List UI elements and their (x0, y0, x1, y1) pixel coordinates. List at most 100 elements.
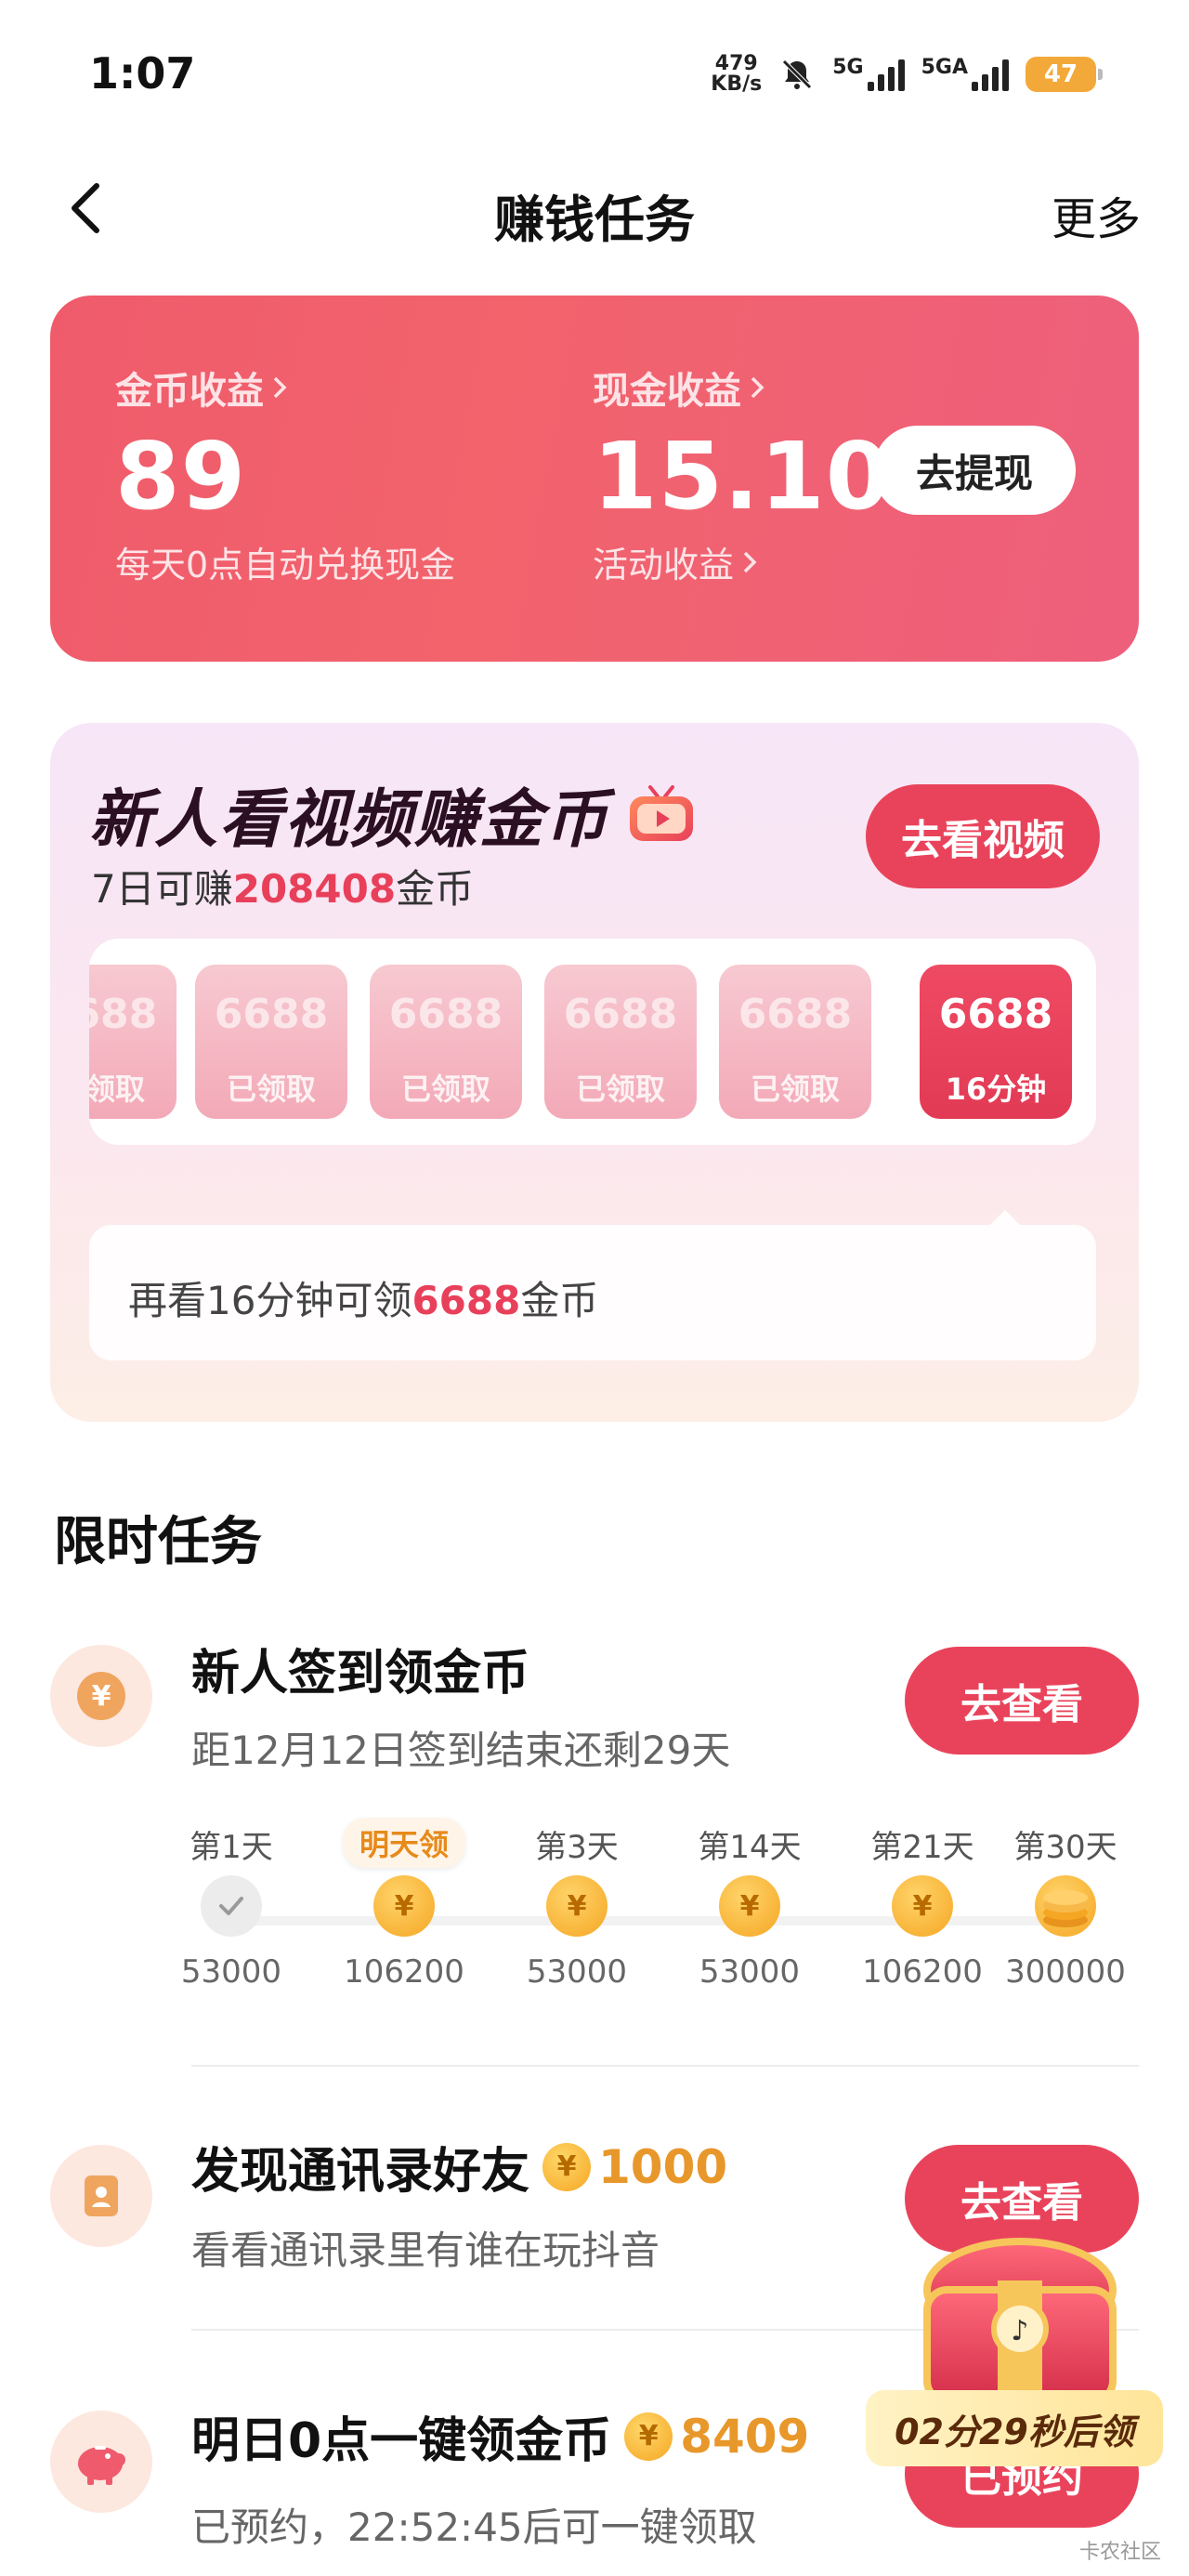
checkin-view-button[interactable]: 去查看 (905, 1647, 1139, 1755)
coin-earnings-label: 金币收益 (115, 370, 264, 413)
task-contacts-desc: 看看通讯录里有谁在玩抖音 (191, 2228, 660, 2273)
day-reward-status: 已领取 (400, 1071, 490, 1107)
signal-bars-icon (972, 58, 1009, 91)
day-reward-amount: 6688 (738, 991, 853, 1038)
signal-5g-label: 5G (832, 56, 864, 79)
yen-coin-icon: ¥ (892, 1875, 953, 1937)
subtitle-amount: 208408 (232, 866, 397, 912)
contacts-icon (50, 2145, 152, 2247)
svg-text:¥: ¥ (92, 1680, 111, 1713)
checkin-day-amount: 53000 (699, 1953, 801, 1991)
coin-earnings-link[interactable]: 金币收益 (115, 361, 455, 414)
coin-earnings: 金币收益 89 每天0点自动兑换现金 (115, 361, 455, 587)
tv-play-icon (630, 784, 694, 841)
withdraw-button[interactable]: 去提现 (873, 426, 1076, 515)
task-tomorrow-title-text: 明日0点一键领金币 (191, 2413, 612, 2469)
day-reward-status: 已领取 (750, 1071, 840, 1107)
yen-coin-icon: ¥ (624, 2412, 673, 2461)
checkin-day-label: 第1天 (189, 1829, 273, 1866)
yen-coin-icon: ¥ (546, 1875, 608, 1937)
video-task-subtitle: 7日可赚208408金币 (91, 858, 474, 914)
piggy-bank-icon (50, 2411, 152, 2513)
checkin-day-label: 第30天 (1013, 1829, 1117, 1866)
signal-5ga: 5GA (921, 56, 1009, 91)
cash-earnings-value: 15.10 (593, 422, 892, 531)
coin-reward-amount: 1000 (598, 2139, 728, 2194)
day-reward-tile: 6688 已领取 (544, 965, 697, 1119)
day-reward-amount: 6688 (938, 991, 1053, 1038)
checkin-day-node: 第30天 300000 (979, 1821, 1152, 1991)
earnings-card: 金币收益 89 每天0点自动兑换现金 现金收益 15.10 活动收益 去提现 (50, 296, 1139, 662)
watch-tip-text: 再看16分钟可领6688金币 (128, 1269, 598, 1326)
day-reward-amount: 6688 (563, 991, 678, 1038)
coin-reward: ¥8409 (624, 2410, 809, 2464)
video-task-title-text: 新人看视频赚金币 (89, 783, 610, 857)
video-task-title: 新人看视频赚金币 (89, 768, 697, 860)
battery-icon: 47 (1026, 57, 1103, 92)
status-bar: 1:07 479 KB/s 5G 5GA 47 (0, 0, 1189, 139)
day-reward-tile: 6688 已领取 (370, 965, 522, 1119)
activity-earnings-link[interactable]: 活动收益 (593, 536, 891, 587)
yen-coin-icon: ¥ (50, 1645, 152, 1747)
yen-coin-icon: ¥ (719, 1875, 780, 1937)
task-contacts-title: 发现通讯录好友 ¥1000 (191, 2132, 727, 2201)
checkin-day-amount: 53000 (180, 1953, 282, 1991)
chest-countdown[interactable]: 02分29秒后领 (866, 2390, 1163, 2466)
divider (191, 2065, 1139, 2067)
checkin-timeline: 第1天 53000 明天领 ¥ 106200 第3天 ¥ 53000 第14天 … (181, 1818, 1152, 2007)
yen-coin-icon: ¥ (373, 1875, 435, 1937)
checkin-day-label: 第14天 (698, 1829, 802, 1866)
tip-amount: 6688 (412, 1278, 521, 1323)
day-reward-amount: 6688 (89, 991, 158, 1038)
svg-text:♪: ♪ (1011, 2315, 1028, 2347)
watch-video-button[interactable]: 去看视频 (866, 784, 1100, 888)
day-reward-tile: 6688 已领取 (89, 965, 176, 1119)
checkin-day-amount: 106200 (344, 1953, 464, 1991)
chevron-right-icon (751, 376, 764, 399)
coin-reward: ¥1000 (542, 2140, 727, 2194)
watermark: 卡农社区 (1078, 2541, 1161, 2564)
signal-5g: 5G (832, 56, 905, 91)
coin-exchange-note: 每天0点自动兑换现金 (115, 545, 456, 585)
day-reward-status: 已领取 (89, 1071, 145, 1107)
yen-coin-icon: ¥ (542, 2142, 592, 2191)
checkin-day-node: 第3天 ¥ 53000 (490, 1821, 663, 1991)
day-reward-status: 已领取 (226, 1071, 316, 1107)
video-task-card: 新人看视频赚金币 7日可赚208408金币 去看视频 6688 已领取 6688… (50, 723, 1139, 1422)
task-tomorrow-desc: 已预约，22:52:45后可一键领取 (191, 2504, 757, 2550)
task-tomorrow-title: 明日0点一键领金币 ¥8409 (191, 2401, 809, 2471)
day-reward-tile: 6688 已领取 (719, 965, 871, 1119)
day-reward-tile-current: 6688 16分钟 (920, 965, 1072, 1119)
check-icon (201, 1875, 262, 1937)
cash-earnings-link[interactable]: 现金收益 (593, 361, 891, 414)
checkin-day-amount: 300000 (1005, 1953, 1126, 1991)
coin-reward-amount: 8409 (680, 2409, 810, 2464)
page-title: 赚钱任务 (494, 191, 695, 249)
signal-bars-icon (867, 58, 905, 91)
status-time: 1:07 (89, 48, 196, 99)
checkin-day-label: 第3天 (535, 1829, 619, 1866)
task-checkin-desc: 距12月12日签到结束还剩29天 (191, 1728, 731, 1773)
checkin-day-amount: 53000 (526, 1953, 628, 1991)
chevron-right-icon (273, 376, 287, 399)
tip-suffix: 金币 (520, 1278, 599, 1323)
tomorrow-badge: 明天领 (342, 1818, 465, 1868)
coin-stack-icon (1035, 1875, 1096, 1937)
limited-tasks-title: 限时任务 (54, 1512, 262, 1572)
tip-prefix: 再看16分钟可领 (128, 1278, 412, 1323)
activity-earnings-label: 活动收益 (593, 545, 735, 585)
watch-tip-box: 再看16分钟可领6688金币 (89, 1225, 1096, 1360)
signal-5ga-label: 5GA (921, 56, 968, 79)
mute-bell-icon (782, 59, 812, 89)
nav-header: 赚钱任务 更多 (0, 158, 1189, 260)
checkin-day-node: 第14天 ¥ 53000 (663, 1821, 836, 1991)
daily-reward-strip[interactable]: 6688 已领取 6688 已领取 6688 已领取 6688 已领取 6688… (89, 939, 1096, 1145)
subtitle-prefix: 7日可赚 (91, 866, 233, 912)
cash-earnings-label: 现金收益 (593, 370, 741, 413)
checkin-day-node: 第1天 53000 (145, 1821, 318, 1991)
network-speed-unit: KB/s (711, 72, 763, 96)
network-speed-value: 479 (714, 52, 758, 75)
subtitle-suffix: 金币 (396, 866, 475, 912)
status-icons: 479 KB/s 5G 5GA 47 (711, 51, 1103, 98)
more-button[interactable]: 更多 (1052, 182, 1141, 247)
